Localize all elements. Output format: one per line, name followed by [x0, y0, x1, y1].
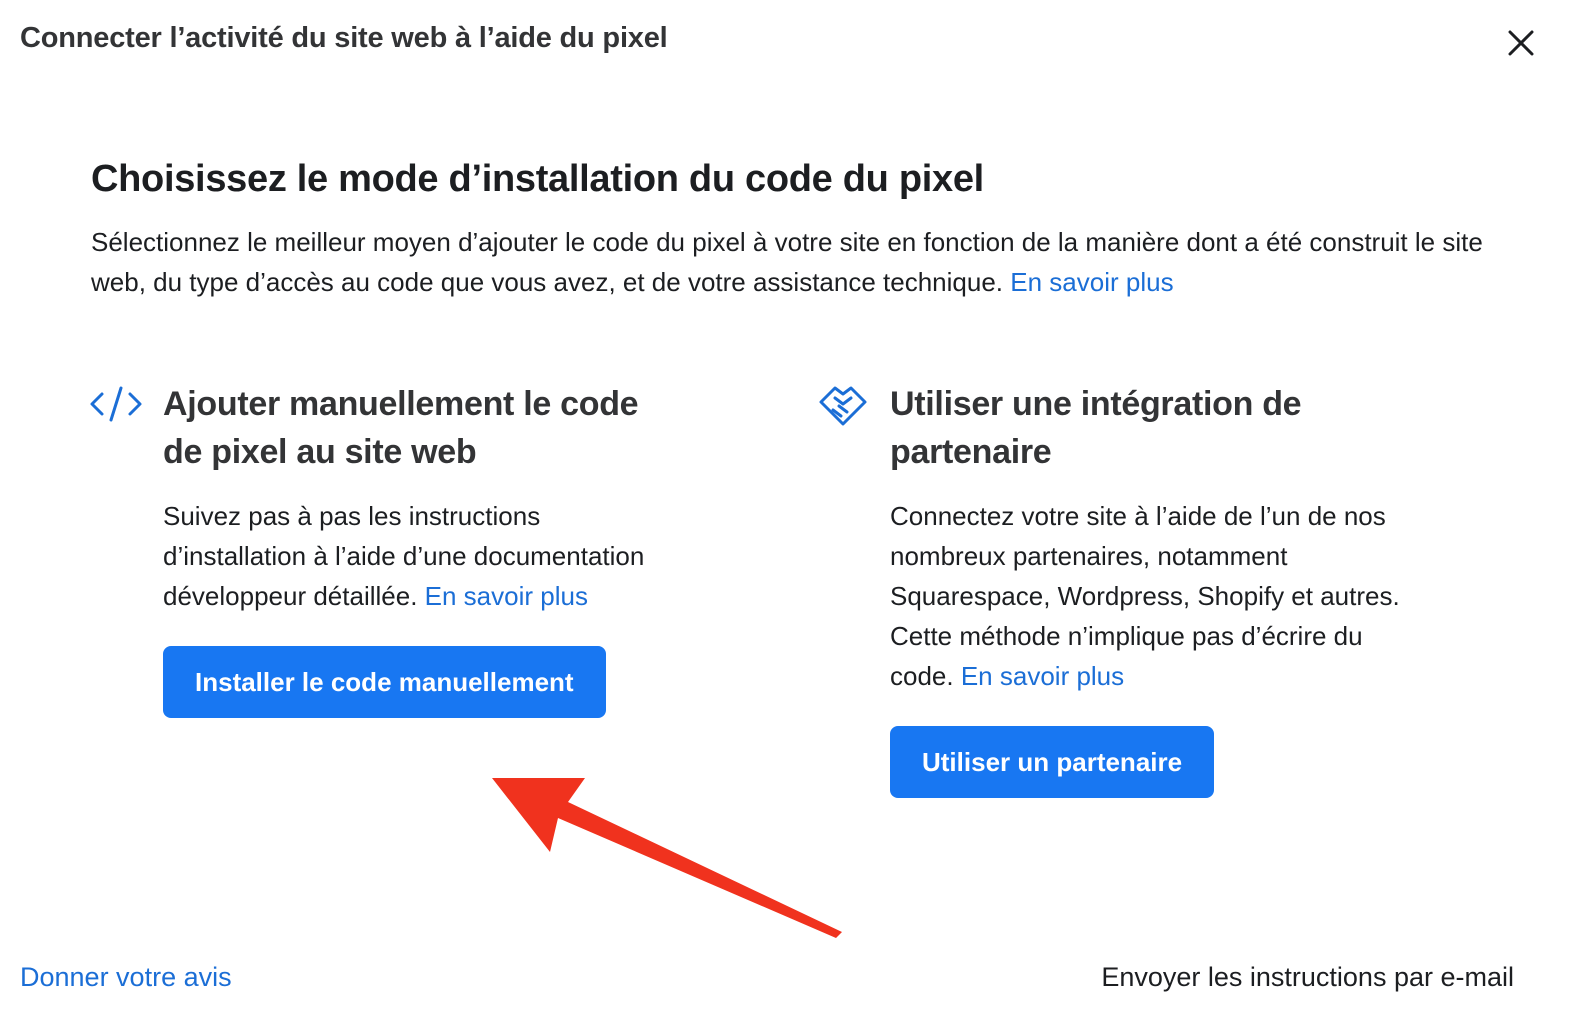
install-manually-button[interactable]: Installer le code manuellement: [163, 646, 606, 718]
handshake-icon: [819, 386, 867, 426]
main-heading: Choisissez le mode d’installation du cod…: [91, 158, 984, 200]
option-title: Ajouter manuellement le code de pixel au…: [163, 385, 639, 471]
close-button[interactable]: [1500, 22, 1542, 64]
option-description: Connectez votre site à l’aide de l’un de…: [890, 496, 1410, 696]
use-partner-button[interactable]: Utiliser un partenaire: [890, 726, 1215, 798]
intro-text: Sélectionnez le meilleur moyen d’ajouter…: [91, 227, 1483, 297]
option-description: Suivez pas à pas les instructions d’inst…: [163, 496, 683, 616]
intro-learn-more-link[interactable]: En savoir plus: [1010, 267, 1173, 297]
pixel-install-dialog: Connecter l’activité du site web à l’aid…: [0, 0, 1578, 1034]
intro-paragraph: Sélectionnez le meilleur moyen d’ajouter…: [91, 222, 1491, 302]
annotation-arrow: [492, 778, 842, 938]
option-learn-more-link[interactable]: En savoir plus: [425, 581, 588, 611]
option-title: Utiliser une intégration de partenaire: [890, 385, 1302, 471]
dialog-title: Connecter l’activité du site web à l’aid…: [20, 22, 668, 54]
code-icon: [90, 386, 142, 422]
close-icon: [1508, 30, 1534, 56]
email-instructions-link[interactable]: Envoyer les instructions par e-mail: [1101, 962, 1514, 993]
feedback-link[interactable]: Donner votre avis: [20, 962, 232, 993]
option-learn-more-link[interactable]: En savoir plus: [961, 661, 1124, 691]
